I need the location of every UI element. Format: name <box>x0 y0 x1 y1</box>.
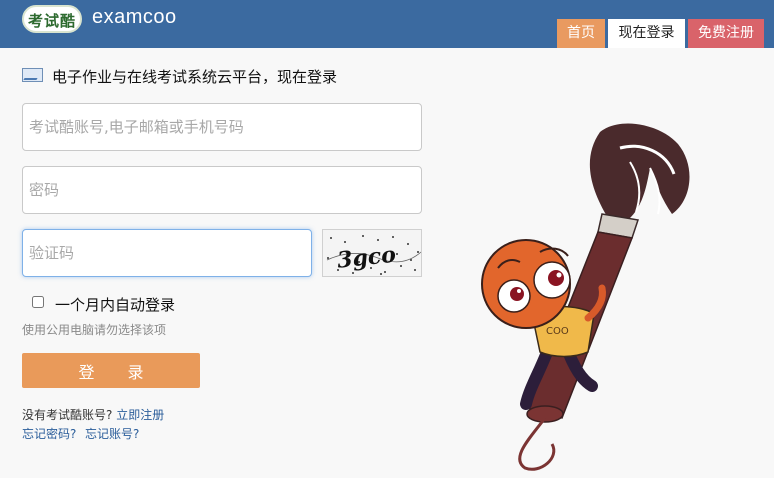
mascot-shirt-text: COO <box>546 326 569 337</box>
password-input[interactable] <box>22 166 422 214</box>
page-subtitle: 电子作业与在线考试系统云平台，现在登录 <box>52 68 338 86</box>
captcha-image[interactable]: 3gco <box>322 229 422 277</box>
top-header: 考试酷 examcoo 首页 现在登录 免费注册 <box>0 0 774 48</box>
register-link[interactable]: 立即注册 <box>116 408 164 422</box>
no-account-text: 没有考试酷账号? <box>22 408 113 422</box>
pen-icon <box>22 68 43 82</box>
mascot-illustration: COO <box>481 123 690 471</box>
nav-home-button[interactable]: 首页 <box>557 19 605 48</box>
nav-register-button[interactable]: 免费注册 <box>688 19 764 48</box>
forgot-account-link[interactable]: 忘记账号? <box>85 425 139 442</box>
public-pc-hint: 使用公用电脑请勿选择该项 <box>22 323 167 337</box>
brand-name: examcoo <box>92 6 177 28</box>
captcha-input[interactable] <box>22 229 312 277</box>
remember-label: 一个月内自动登录 <box>55 296 176 314</box>
remember-checkbox[interactable] <box>32 296 44 308</box>
logo-text: 考试酷 <box>27 12 76 30</box>
forgot-password-link[interactable]: 忘记密码? <box>22 425 76 442</box>
captcha-text: 3gco <box>336 242 397 274</box>
nav-login-button[interactable]: 现在登录 <box>608 19 685 48</box>
examcoo-logo[interactable]: 考试酷 <box>22 5 82 33</box>
no-account-line: 没有考试酷账号? 立即注册 <box>22 406 164 423</box>
login-button[interactable]: 登 录 <box>22 353 200 388</box>
account-input[interactable] <box>22 103 422 151</box>
